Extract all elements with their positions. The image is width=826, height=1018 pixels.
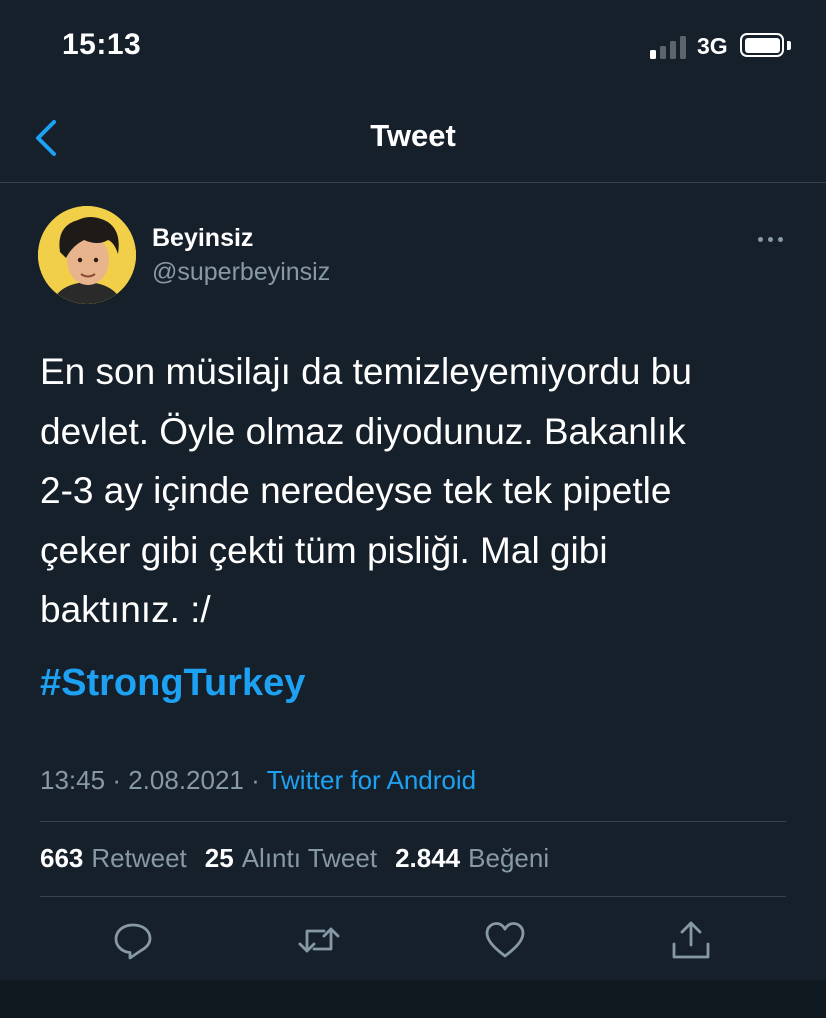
like-label: Beğeni <box>468 843 550 873</box>
retweet-count: 663 <box>40 843 84 873</box>
network-type: 3G <box>697 33 728 59</box>
meta-separator: · <box>251 765 260 795</box>
tweet-text: En son müsilajı da temizleyemiyordu bu d… <box>40 351 692 630</box>
retweet-label: Retweet <box>91 843 187 873</box>
avatar[interactable] <box>38 206 136 304</box>
quote-count: 25 <box>204 843 234 873</box>
page-title: Tweet <box>370 118 456 153</box>
stats-divider <box>40 896 786 897</box>
quote-label: Alıntı Tweet <box>241 843 378 873</box>
quote-stat[interactable]: 25 Alıntı Tweet <box>205 843 377 874</box>
status-time: 15:13 <box>62 28 142 61</box>
battery-tip <box>787 41 791 50</box>
signal-strength-icon <box>650 35 686 59</box>
like-count: 2.844 <box>395 843 461 873</box>
bottom-bar <box>0 980 826 1018</box>
tweet-meta: 13:45 · 2.08.2021 · Twitter for Android <box>40 765 476 796</box>
tweet-date: 2.08.2021 <box>128 765 244 795</box>
hashtag-link[interactable]: #StrongTurkey <box>40 662 305 705</box>
tweet-time: 13:45 <box>40 765 106 795</box>
retweet-icon[interactable] <box>297 918 341 962</box>
like-stat[interactable]: 2.844 Beğeni <box>395 843 549 874</box>
author-name[interactable]: Beyinsiz <box>152 224 253 253</box>
like-icon[interactable] <box>483 918 527 962</box>
reply-icon[interactable] <box>111 918 155 962</box>
chevron-left-icon[interactable] <box>30 118 62 158</box>
battery-icon <box>740 33 784 57</box>
retweet-stat[interactable]: 663 Retweet <box>40 843 187 874</box>
meta-separator: · <box>112 765 121 795</box>
tweet-stats: 663 Retweet 25 Alıntı Tweet 2.844 Beğeni <box>40 843 549 874</box>
share-icon[interactable] <box>669 918 713 962</box>
more-options-icon[interactable] <box>750 226 790 252</box>
avatar-illustration <box>38 206 136 304</box>
meta-divider <box>40 821 786 822</box>
header-divider <box>0 182 826 183</box>
tweet-source-link[interactable]: Twitter for Android <box>267 765 477 795</box>
author-handle[interactable]: @superbeyinsiz <box>152 258 330 287</box>
